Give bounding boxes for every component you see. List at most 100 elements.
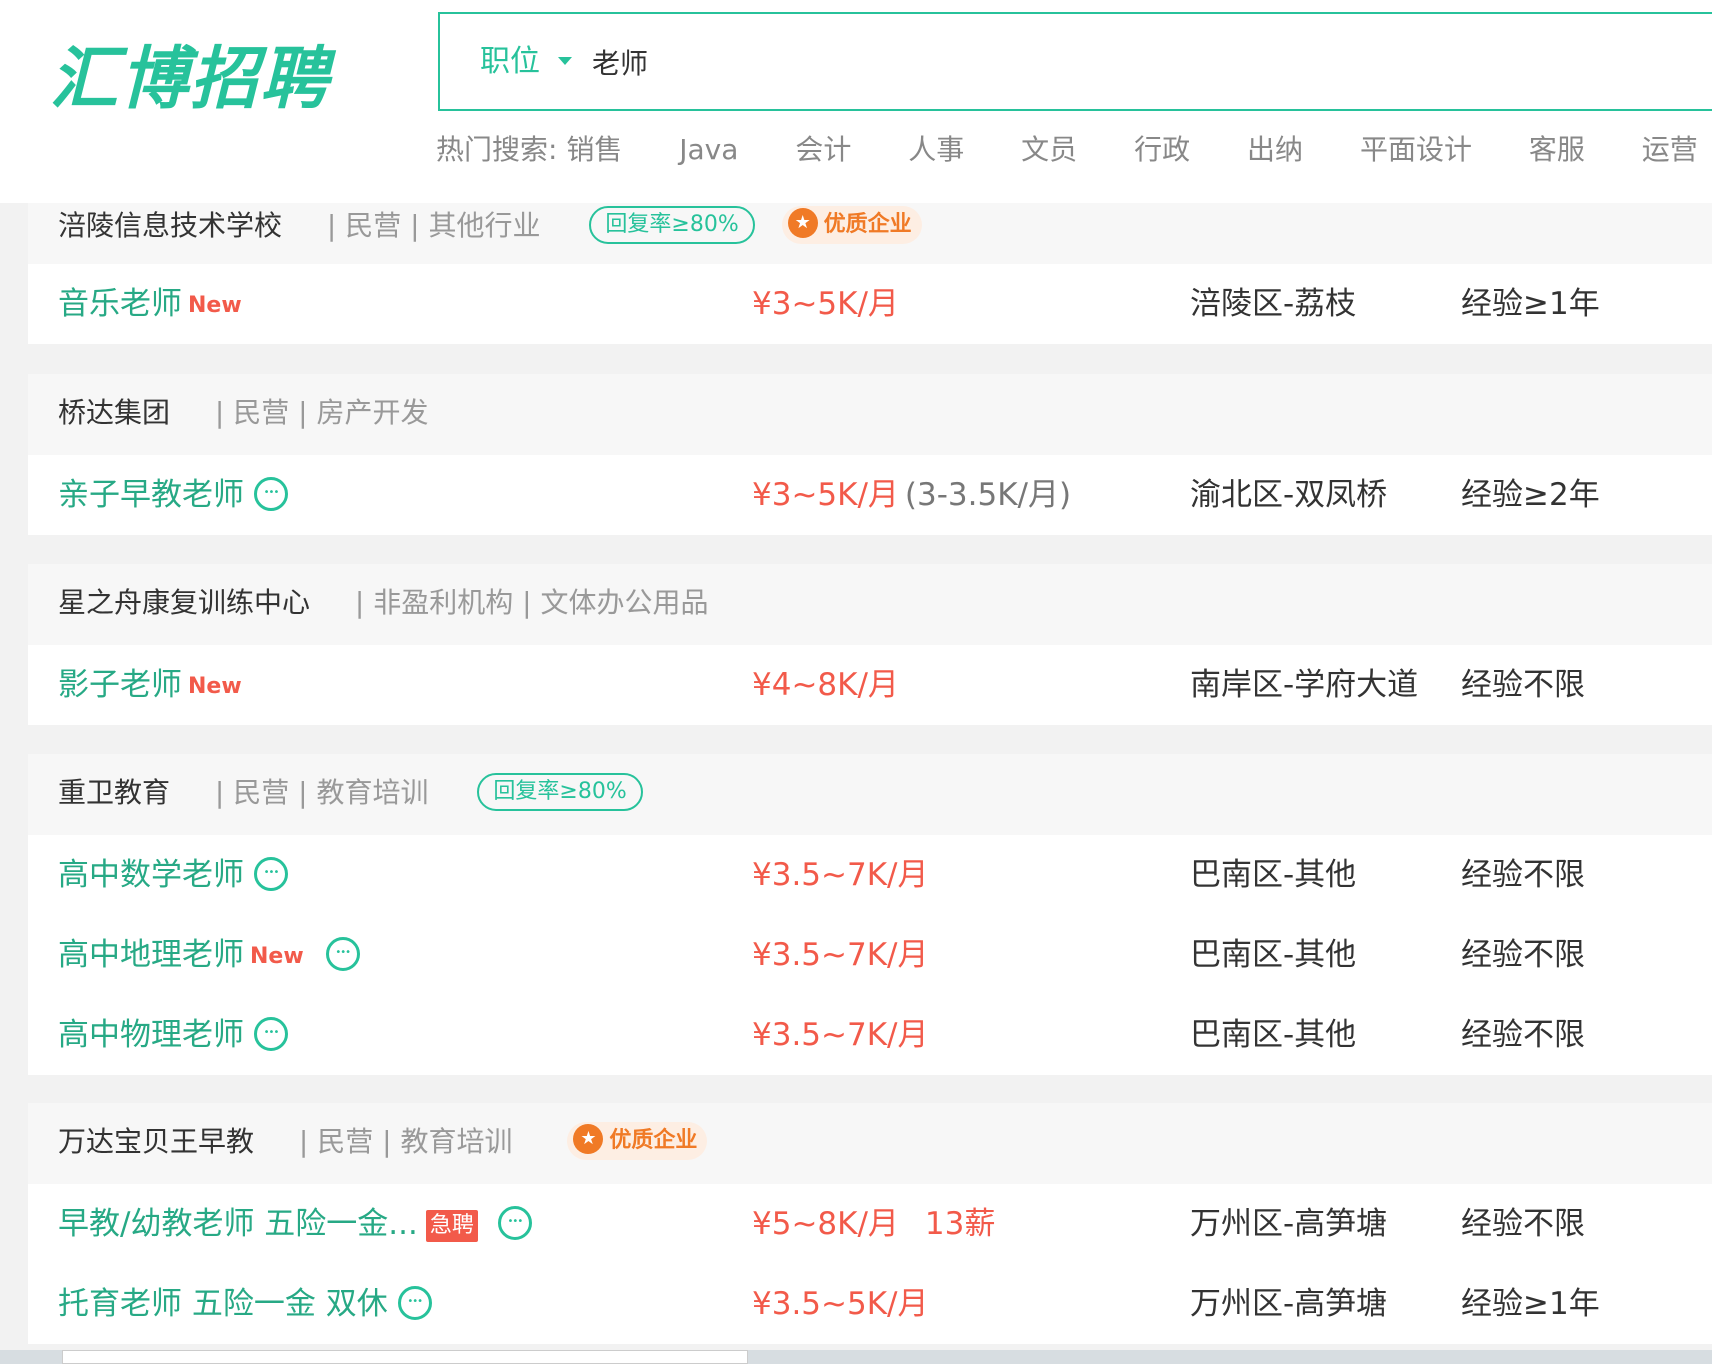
company-header: 桥达集团 | 民营 | 房产开发 [28, 374, 1712, 455]
new-tag: New [188, 673, 242, 699]
chat-icon[interactable] [254, 856, 288, 891]
reply-rate-badge: 回复率≥80% [589, 206, 755, 244]
job-experience: 经验≥2年 [1461, 477, 1600, 513]
job-row[interactable]: 高中物理老师 ¥3.5~7K/月 巴南区-其他 经验不限 [28, 995, 1712, 1075]
hot-search-item[interactable]: 出纳 [1247, 133, 1303, 166]
job-row[interactable]: 托育老师 五险一金 双休 ¥3.5~5K/月 万州区-高笋塘 经验≥1年 [28, 1264, 1712, 1344]
job-location: 巴南区-其他 [1190, 1017, 1357, 1053]
company-card: 重卫教育 | 民营 | 教育培训 回复率≥80% 高中数学老师 ¥3.5~7K/… [28, 754, 1712, 1075]
quality-company-badge: ★ 优质企业 [567, 1122, 708, 1160]
company-meta: | 民营 | 其他行业 [326, 209, 541, 242]
company-card: 涪陵信息技术学校 | 民营 | 其他行业 回复率≥80% ★ 优质企业 音乐老师 N… [28, 203, 1712, 344]
job-salary: ¥5~8K/月 [752, 1206, 899, 1242]
chat-icon[interactable] [397, 1285, 432, 1320]
job-title-link[interactable]: 早教/幼教老师 五险一金... 急聘 [58, 1184, 532, 1264]
job-title: 音乐老师 [58, 286, 182, 322]
company-card: 万达宝贝王早教 | 民营 | 教育培训 ★ 优质企业 早教/幼教老师 五险一金..… [28, 1103, 1712, 1344]
chat-icon[interactable] [497, 1205, 532, 1240]
job-experience: 经验不限 [1461, 1206, 1585, 1242]
company-name[interactable]: 重卫教育 [58, 776, 170, 809]
hot-search-item[interactable]: 运营 [1642, 133, 1698, 166]
job-location: 南岸区-学府大道 [1190, 667, 1419, 703]
job-experience: 经验≥1年 [1461, 1286, 1600, 1322]
job-title: 高中数学老师 [58, 857, 244, 893]
job-title: 托育老师 五险一金 双休 [58, 1286, 388, 1322]
chat-icon[interactable] [254, 476, 288, 511]
job-experience: 经验≥1年 [1461, 286, 1600, 322]
quality-badge-label: 优质企业 [609, 1128, 698, 1153]
company-name[interactable]: 涪陵信息技术学校 [58, 209, 282, 242]
job-title: 高中地理老师 [58, 937, 244, 973]
job-title: 高中物理老师 [58, 1017, 244, 1053]
job-location: 万州区-高笋塘 [1190, 1206, 1388, 1242]
company-name[interactable]: 万达宝贝王早教 [58, 1125, 254, 1158]
search-type-dropdown[interactable]: 职位 [480, 14, 572, 109]
job-location: 万州区-高笋塘 [1190, 1286, 1388, 1322]
job-title: 亲子早教老师 [58, 477, 244, 513]
company-meta: | 民营 | 教育培训 [298, 1125, 513, 1158]
chat-icon[interactable] [254, 1016, 288, 1051]
reply-rate-badge: 回复率≥80% [477, 773, 643, 811]
company-meta: | 非盈利机构 | 文体办公用品 [354, 586, 709, 619]
job-row[interactable]: 影子老师 New ¥4~8K/月 南岸区-学府大道 经验不限 [28, 645, 1712, 725]
job-salary-bonus: 13薪 [924, 1206, 996, 1242]
company-header: 万达宝贝王早教 | 民营 | 教育培训 ★ 优质企业 [28, 1103, 1712, 1184]
hot-search-label: 热门搜索: [436, 133, 558, 166]
job-location: 巴南区-其他 [1190, 937, 1357, 973]
hot-search-item[interactable]: 平面设计 [1360, 133, 1472, 166]
hot-search-bar: 热门搜索: 销售 Java 会计 人事 文员 行政 出纳 平面设计 客服 运营 [436, 128, 1712, 172]
job-experience: 经验不限 [1461, 937, 1585, 973]
job-salary-detail: (3-3.5K/月) [904, 477, 1072, 513]
quality-badge-label: 优质企业 [823, 212, 912, 237]
job-title-link[interactable]: 影子老师 New [58, 645, 242, 727]
job-location: 巴南区-其他 [1190, 857, 1357, 893]
job-row[interactable]: 高中地理老师New ¥3.5~7K/月 巴南区-其他 经验不限 [28, 915, 1712, 995]
job-salary: ¥3~5K/月 [752, 286, 899, 322]
hot-search-item[interactable]: 行政 [1134, 133, 1190, 166]
job-title: 影子老师 [58, 667, 182, 703]
job-title-link[interactable]: 高中地理老师 New [58, 915, 360, 997]
company-header: 星之舟康复训练中心 | 非盈利机构 | 文体办公用品 [28, 564, 1712, 645]
job-location: 渝北区-双凤桥 [1190, 477, 1388, 513]
company-card: 星之舟康复训练中心 | 非盈利机构 | 文体办公用品 影子老师 New ¥4~8K… [28, 564, 1712, 725]
site-logo[interactable]: 汇博招聘 [50, 30, 330, 130]
job-row[interactable]: 高中数学老师 ¥3.5~7K/月 巴南区-其他 经验不限 [28, 835, 1712, 915]
hot-search-item[interactable]: 文员 [1021, 133, 1077, 166]
hot-search-item[interactable]: 销售 [566, 133, 622, 166]
search-box: 职位 [438, 12, 1712, 111]
job-row[interactable]: 早教/幼教老师 五险一金...急聘 ¥5~8K/月 13薪 万州区-高笋塘 经验不… [28, 1184, 1712, 1264]
job-salary: ¥3.5~7K/月 [752, 937, 929, 973]
hot-search-item[interactable]: 人事 [908, 133, 964, 166]
job-experience: 经验不限 [1461, 1017, 1585, 1053]
job-salary: ¥4~8K/月 [752, 667, 899, 703]
quality-company-badge: ★ 优质企业 [781, 206, 922, 244]
job-salary: ¥3.5~7K/月 [752, 857, 929, 893]
bottom-input-field[interactable] [62, 1350, 748, 1364]
job-row[interactable]: 亲子早教老师 ¥3~5K/月(3-3.5K/月) 渝北区-双凤桥 经验≥2年 [28, 455, 1712, 535]
job-experience: 经验不限 [1461, 667, 1585, 703]
job-title-link[interactable]: 音乐老师 New [58, 264, 242, 346]
chat-icon[interactable] [325, 936, 360, 971]
company-header: 涪陵信息技术学校 | 民营 | 其他行业 回复率≥80% ★ 优质企业 [28, 203, 1712, 264]
job-title-link[interactable]: 高中物理老师 [58, 995, 288, 1075]
company-card: 桥达集团 | 民营 | 房产开发 亲子早教老师 ¥3~5K/月(3-3.5K/月… [28, 374, 1712, 535]
job-salary-group: ¥3~5K/月 (3-3.5K/月) [752, 455, 1071, 535]
search-type-label: 职位 [480, 44, 540, 79]
search-input[interactable] [590, 40, 1490, 84]
job-title: 早教/幼教老师 五险一金... [58, 1206, 418, 1242]
job-row[interactable]: 音乐老师 New ¥3~5K/月 涪陵区-荔枝 经验≥1年 [28, 264, 1712, 344]
company-meta: | 民营 | 教育培训 [214, 776, 429, 809]
company-name[interactable]: 星之舟康复训练中心 [58, 586, 310, 619]
job-salary: ¥3.5~5K/月 [752, 1286, 929, 1322]
job-title-link[interactable]: 亲子早教老师 [58, 455, 288, 535]
hot-search-item[interactable]: 客服 [1529, 133, 1585, 166]
job-experience: 经验不限 [1461, 857, 1585, 893]
job-salary: ¥3.5~7K/月 [752, 1017, 929, 1053]
company-name[interactable]: 桥达集团 [58, 396, 170, 429]
job-title-link[interactable]: 高中数学老师 [58, 835, 288, 915]
job-title-link[interactable]: 托育老师 五险一金 双休 [58, 1264, 432, 1344]
urgent-tag: 急聘 [425, 1209, 478, 1242]
hot-search-item[interactable]: 会计 [795, 133, 851, 166]
hot-search-item[interactable]: Java [679, 133, 738, 166]
site-header: 汇博招聘 职位 热门搜索: 销售 Java 会计 人事 文员 行政 出纳 平面设… [0, 0, 1712, 203]
